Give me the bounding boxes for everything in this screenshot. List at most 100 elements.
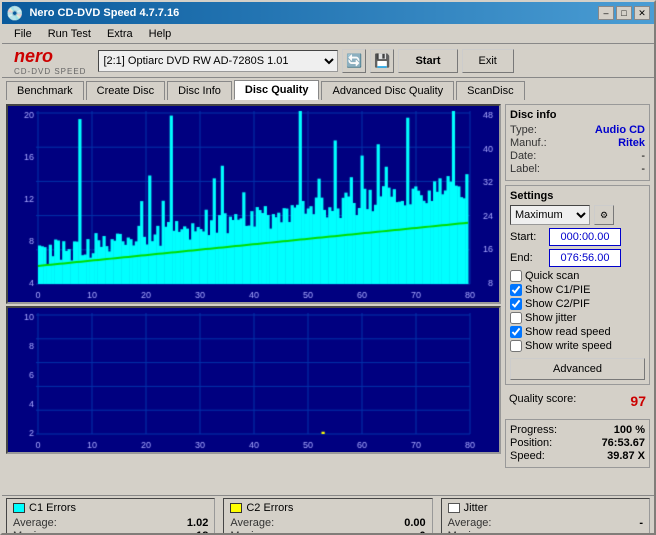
progress-value: 100 %	[614, 424, 645, 436]
tab-create-disc[interactable]: Create Disc	[86, 81, 165, 100]
c1-errors-title-row: C1 Errors	[13, 502, 208, 514]
quality-score-row: Quality score: 97	[509, 393, 646, 409]
quality-score-label: Quality score:	[509, 393, 576, 409]
end-row: End:	[510, 249, 645, 267]
show-c1-label: Show C1/PIE	[525, 284, 590, 296]
disc-info-section: Disc info Type: Audio CD Manuf.: Ritek D…	[505, 104, 650, 181]
c1-average-label: Average:	[13, 517, 57, 529]
end-time-input[interactable]	[549, 249, 621, 267]
quality-score-value: 97	[630, 393, 646, 409]
jitter-color-indicator	[448, 503, 460, 513]
settings-title: Settings	[510, 190, 645, 202]
disc-manufacturer-row: Manuf.: Ritek	[510, 137, 645, 149]
type-label: Type:	[510, 124, 537, 136]
jitter-title-row: Jitter	[448, 502, 643, 514]
right-panel: Disc info Type: Audio CD Manuf.: Ritek D…	[505, 104, 650, 491]
show-write-speed-checkbox[interactable]	[510, 340, 522, 352]
start-button[interactable]: Start	[398, 49, 457, 73]
jitter-block: Jitter Average: - Maximum: -	[441, 498, 650, 535]
nero-logo-area: nero CD-DVD SPEED	[6, 44, 94, 78]
show-c2-checkbox[interactable]	[510, 298, 522, 310]
tab-benchmark[interactable]: Benchmark	[6, 81, 84, 100]
progress-section: Progress: 100 % Position: 76:53.67 Speed…	[505, 419, 650, 468]
manufacturer-value: Ritek	[618, 137, 645, 149]
menu-extra[interactable]: Extra	[99, 26, 141, 42]
show-c2-row: Show C2/PIF	[510, 298, 645, 310]
start-time-label: Start:	[510, 231, 545, 243]
window-title: Nero CD-DVD Speed 4.7.7.16	[29, 7, 179, 19]
jitter-maximum-value: -	[639, 530, 643, 535]
disc-label-value: -	[641, 163, 645, 175]
bottom-chart	[6, 306, 501, 454]
menu-file[interactable]: File	[6, 26, 40, 42]
show-read-speed-label: Show read speed	[525, 326, 611, 338]
c2-maximum-label: Maximum:	[230, 530, 281, 535]
settings-section: Settings Maximum ⚙ Start: End:	[505, 185, 650, 385]
show-jitter-row: Show jitter	[510, 312, 645, 324]
close-button[interactable]: ✕	[634, 6, 650, 20]
tab-scandisc[interactable]: ScanDisc	[456, 81, 524, 100]
quick-scan-checkbox[interactable]	[510, 270, 522, 282]
show-write-speed-row: Show write speed	[510, 340, 645, 352]
date-value: -	[641, 150, 645, 162]
speed-row-progress: Speed: 39.87 X	[510, 450, 645, 462]
refresh-button[interactable]: 🔄	[342, 49, 366, 73]
c1-maximum-label: Maximum:	[13, 530, 64, 535]
tab-advanced-disc-quality[interactable]: Advanced Disc Quality	[321, 81, 454, 100]
jitter-title: Jitter	[464, 502, 488, 514]
end-time-label: End:	[510, 252, 545, 264]
position-row: Position: 76:53.67	[510, 437, 645, 449]
jitter-average-label: Average:	[448, 517, 492, 529]
show-read-speed-row: Show read speed	[510, 326, 645, 338]
tab-disc-info[interactable]: Disc Info	[167, 81, 232, 100]
start-time-input[interactable]	[549, 228, 621, 246]
show-c1-checkbox[interactable]	[510, 284, 522, 296]
nero-logo: nero	[14, 46, 86, 67]
position-label: Position:	[510, 437, 552, 449]
advanced-button[interactable]: Advanced	[510, 358, 645, 380]
c1-maximum-value: 18	[196, 530, 208, 535]
menu-run-test[interactable]: Run Test	[40, 26, 99, 42]
quick-scan-row: Quick scan	[510, 270, 645, 282]
speed-value: 39.87 X	[607, 450, 645, 462]
nero-sub: CD-DVD SPEED	[14, 67, 86, 76]
date-label: Date:	[510, 150, 536, 162]
quick-scan-label: Quick scan	[525, 270, 579, 282]
menu-help[interactable]: Help	[141, 26, 180, 42]
c2-average-label: Average:	[230, 517, 274, 529]
tab-bar: Benchmark Create Disc Disc Info Disc Qua…	[2, 78, 654, 100]
c2-maximum-row: Maximum: 0	[230, 530, 425, 535]
chart-area	[6, 104, 501, 491]
disc-date-row: Date: -	[510, 150, 645, 162]
c1-color-indicator	[13, 503, 25, 513]
jitter-maximum-row: Maximum: -	[448, 530, 643, 535]
save-button[interactable]: 💾	[370, 49, 394, 73]
speed-label: Speed:	[510, 450, 545, 462]
quality-section: Quality score: 97	[505, 389, 650, 415]
maximize-button[interactable]: □	[616, 6, 632, 20]
drive-selector[interactable]: [2:1] Optiarc DVD RW AD-7280S 1.01	[98, 50, 338, 72]
c1-errors-title: C1 Errors	[29, 502, 76, 514]
minimize-button[interactable]: –	[598, 6, 614, 20]
toolbar: nero CD-DVD SPEED [2:1] Optiarc DVD RW A…	[2, 44, 654, 78]
c1-average-value: 1.02	[187, 517, 208, 529]
show-jitter-label: Show jitter	[525, 312, 576, 324]
tab-disc-quality[interactable]: Disc Quality	[234, 80, 320, 100]
disc-label-row: Label: -	[510, 163, 645, 175]
c2-maximum-value: 0	[420, 530, 426, 535]
show-write-speed-label: Show write speed	[525, 340, 612, 352]
c1-average-row: Average: 1.02	[13, 517, 208, 529]
speed-row: Maximum ⚙	[510, 205, 645, 225]
show-jitter-checkbox[interactable]	[510, 312, 522, 324]
c2-average-row: Average: 0.00	[230, 517, 425, 529]
show-read-speed-checkbox[interactable]	[510, 326, 522, 338]
c2-errors-title: C2 Errors	[246, 502, 293, 514]
exit-button[interactable]: Exit	[462, 49, 514, 73]
status-bar: C1 Errors Average: 1.02 Maximum: 18 Tota…	[2, 495, 654, 535]
settings-extra-button[interactable]: ⚙	[594, 205, 614, 225]
speed-select[interactable]: Maximum	[510, 205, 590, 225]
start-row: Start:	[510, 228, 645, 246]
jitter-average-row: Average: -	[448, 517, 643, 529]
c1-maximum-row: Maximum: 18	[13, 530, 208, 535]
disc-info-title: Disc info	[510, 109, 645, 121]
